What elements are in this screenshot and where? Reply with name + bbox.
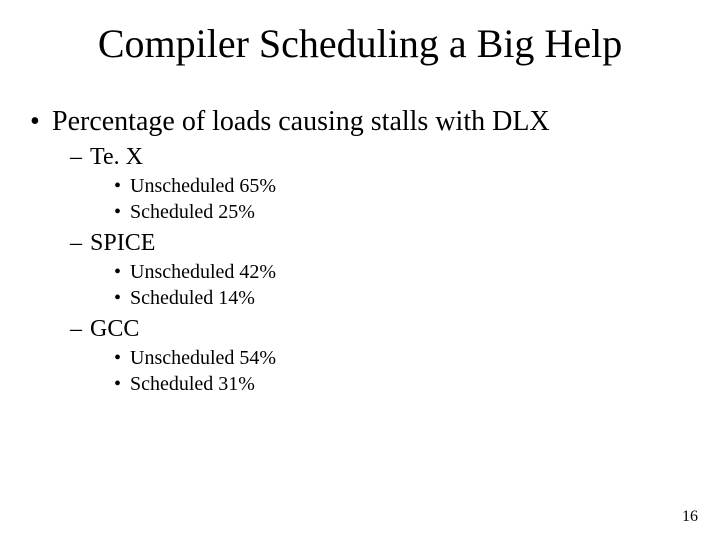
page-number: 16 (682, 508, 698, 526)
bullet-item: Unscheduled 42% (114, 261, 690, 284)
slide-title: Compiler Scheduling a Big Help (0, 20, 720, 67)
bullet-item: Scheduled 31% (114, 373, 690, 396)
bullet-item: Unscheduled 65% (114, 175, 690, 198)
bullet-item: Scheduled 25% (114, 201, 690, 224)
slide: Compiler Scheduling a Big Help Percentag… (0, 0, 720, 540)
section-heading: Te. X (70, 144, 690, 171)
section-heading: GCC (70, 316, 690, 343)
section-heading: SPICE (70, 230, 690, 257)
bullet-item: Scheduled 14% (114, 287, 690, 310)
bullet-item: Unscheduled 54% (114, 347, 690, 370)
bullet-main: Percentage of loads causing stalls with … (30, 106, 690, 138)
slide-body: Percentage of loads causing stalls with … (30, 100, 690, 399)
